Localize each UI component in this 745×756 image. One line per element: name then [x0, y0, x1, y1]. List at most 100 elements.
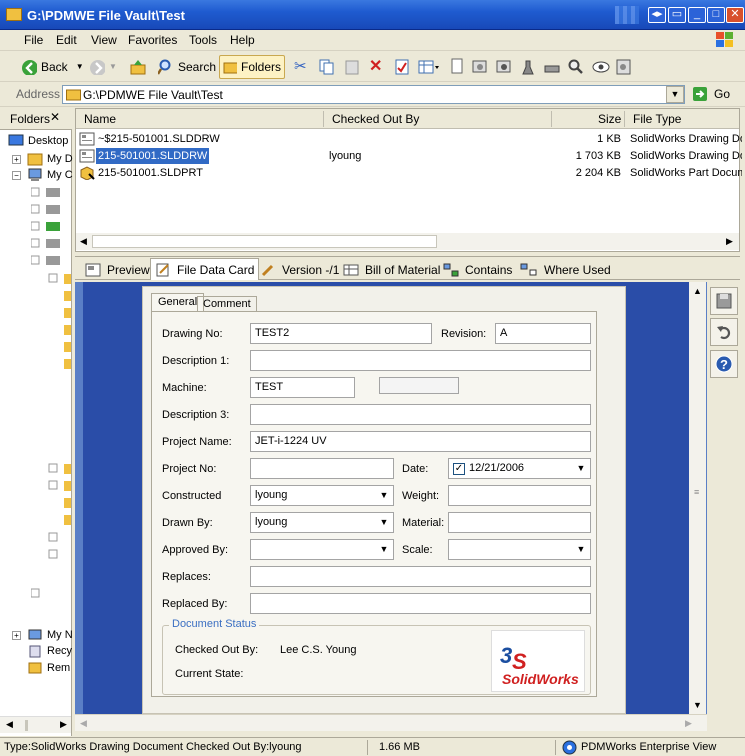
- scroll-left-icon[interactable]: ◀: [80, 718, 87, 729]
- tab-file-data-card[interactable]: File Data Card: [150, 258, 260, 280]
- file-list-hscrollbar[interactable]: ◀ ▶: [76, 233, 739, 250]
- go-button[interactable]: Go: [692, 86, 730, 102]
- tool-button-4[interactable]: [516, 55, 540, 79]
- tree-item-desktop[interactable]: Desktop: [8, 134, 68, 148]
- tool-button-8[interactable]: [612, 55, 636, 79]
- scroll-left-icon[interactable]: ◀: [80, 236, 87, 247]
- expand-icon[interactable]: +: [12, 154, 21, 164]
- file-type: SolidWorks Drawing Doc: [630, 150, 742, 162]
- drawn-by-select[interactable]: lyoung ▼: [250, 512, 394, 533]
- collapse-icon[interactable]: −: [12, 170, 21, 180]
- table-row[interactable]: 215-501001.SLDDRW lyoung 1 703 KB SolidW…: [79, 148, 742, 165]
- tab-preview[interactable]: Preview: [81, 260, 154, 279]
- cut-button[interactable]: ✂: [291, 55, 310, 79]
- constructed-select[interactable]: lyoung ▼: [250, 485, 394, 506]
- scroll-right-icon[interactable]: ▶: [685, 718, 692, 729]
- folder-icon: [6, 8, 22, 21]
- back-button[interactable]: Back ▼: [18, 55, 87, 79]
- folders-hscrollbar[interactable]: ◀ ▶: [0, 716, 71, 733]
- chevron-down-icon[interactable]: ▼: [377, 542, 391, 557]
- scroll-thumb[interactable]: [92, 235, 437, 248]
- restore-button[interactable]: ▭: [668, 7, 686, 23]
- tree-item-remote[interactable]: Rem: [27, 661, 70, 675]
- tree-item-mycomputer[interactable]: − My C: [12, 168, 73, 182]
- scroll-down-icon[interactable]: ▼: [693, 700, 702, 710]
- card-hscrollbar[interactable]: ◀ ▶: [75, 714, 707, 731]
- scale-select[interactable]: ▼: [448, 539, 591, 560]
- project-name-field[interactable]: JET-i-1224 UV: [250, 431, 591, 452]
- address-dropdown-button[interactable]: ▼: [666, 86, 684, 103]
- approved-by-select[interactable]: ▼: [250, 539, 394, 560]
- replaced-by-field[interactable]: [250, 593, 591, 614]
- tab-bill-of-material[interactable]: Bill of Material: [339, 260, 444, 279]
- column-size[interactable]: Size: [598, 112, 621, 126]
- tab-contains[interactable]: Contains: [439, 260, 516, 279]
- chevron-down-icon[interactable]: ▼: [574, 461, 588, 476]
- description3-field[interactable]: [250, 404, 591, 425]
- restore-window-button[interactable]: ◂▸: [648, 7, 666, 23]
- menu-file[interactable]: File: [18, 32, 49, 48]
- network-icon: [28, 629, 42, 640]
- description1-field[interactable]: [250, 350, 591, 371]
- paste-button[interactable]: [341, 55, 363, 79]
- menu-view[interactable]: View: [85, 32, 123, 48]
- drawing-no-label: Drawing No:: [162, 328, 223, 340]
- tool-button-1[interactable]: [446, 55, 468, 79]
- maximize-button[interactable]: □: [707, 7, 725, 23]
- address-input[interactable]: G:\PDMWE File Vault\Test: [62, 85, 685, 104]
- column-name[interactable]: Name: [84, 112, 116, 126]
- date-checkbox-icon[interactable]: ✓: [453, 463, 465, 475]
- menu-favorites[interactable]: Favorites: [122, 32, 183, 48]
- chevron-down-icon: ▼: [75, 62, 84, 71]
- replaces-field[interactable]: [250, 566, 591, 587]
- forward-button[interactable]: ▼: [86, 55, 120, 79]
- undo-button[interactable]: [710, 318, 738, 346]
- tree-item-mynetwork[interactable]: + My N: [12, 628, 73, 642]
- folders-button[interactable]: Folders: [219, 55, 285, 79]
- material-field[interactable]: [448, 512, 591, 533]
- column-file-type[interactable]: File Type: [633, 112, 681, 126]
- properties-button[interactable]: [391, 55, 413, 79]
- scroll-right-icon[interactable]: ▶: [726, 236, 733, 247]
- tool-button-6[interactable]: [564, 55, 588, 79]
- chevron-down-icon[interactable]: ▼: [574, 542, 588, 557]
- tool-button-2[interactable]: [468, 55, 492, 79]
- project-no-field[interactable]: [250, 458, 394, 479]
- chevron-down-icon[interactable]: ▼: [377, 515, 391, 530]
- scroll-grip-icon[interactable]: ≡: [694, 487, 699, 497]
- find-icon: [568, 59, 583, 74]
- card-tab-comment[interactable]: Comment: [197, 296, 257, 312]
- close-button[interactable]: ✕: [726, 7, 744, 23]
- tree-item-recycle[interactable]: Recy: [27, 644, 72, 658]
- menu-tools[interactable]: Tools: [183, 32, 223, 48]
- table-row[interactable]: 215-501001.SLDPRT 2 204 KB SolidWorks Pa…: [79, 165, 742, 182]
- expand-icon[interactable]: +: [12, 630, 21, 640]
- chevron-down-icon[interactable]: ▼: [377, 488, 391, 503]
- table-row[interactable]: ~$215-501001.SLDDRW 1 KB SolidWorks Draw…: [79, 131, 742, 148]
- tree-item-mydocs[interactable]: + My D: [12, 152, 73, 166]
- tool-button-7[interactable]: [588, 55, 614, 79]
- copy-button[interactable]: [316, 55, 338, 79]
- column-checked-out-by[interactable]: Checked Out By: [332, 112, 419, 126]
- menu-help[interactable]: Help: [224, 32, 261, 48]
- search-button[interactable]: Search: [155, 55, 219, 79]
- views-button[interactable]: [415, 55, 443, 79]
- drawing-no-field[interactable]: TEST2: [250, 323, 432, 344]
- date-picker[interactable]: ✓ 12/21/2006 ▼: [448, 458, 591, 479]
- menu-edit[interactable]: Edit: [50, 32, 83, 48]
- scroll-up-icon[interactable]: ▲: [693, 286, 702, 296]
- save-button[interactable]: [710, 287, 738, 315]
- machine-field[interactable]: TEST: [250, 377, 355, 398]
- help-button[interactable]: ?: [710, 350, 738, 378]
- close-folders-icon[interactable]: ✕: [50, 110, 60, 124]
- card-vscrollbar[interactable]: ▲ ≡ ▼: [689, 282, 706, 714]
- minimize-button[interactable]: _: [688, 7, 706, 23]
- weight-field[interactable]: [448, 485, 591, 506]
- tab-version[interactable]: Version -/1: [256, 260, 343, 279]
- up-folder-button[interactable]: [126, 55, 150, 79]
- delete-button[interactable]: ✕: [366, 55, 385, 79]
- tool-button-3[interactable]: [492, 55, 516, 79]
- tab-where-used[interactable]: Where Used: [516, 260, 615, 279]
- revision-field[interactable]: A: [495, 323, 591, 344]
- tool-button-5[interactable]: [540, 55, 564, 79]
